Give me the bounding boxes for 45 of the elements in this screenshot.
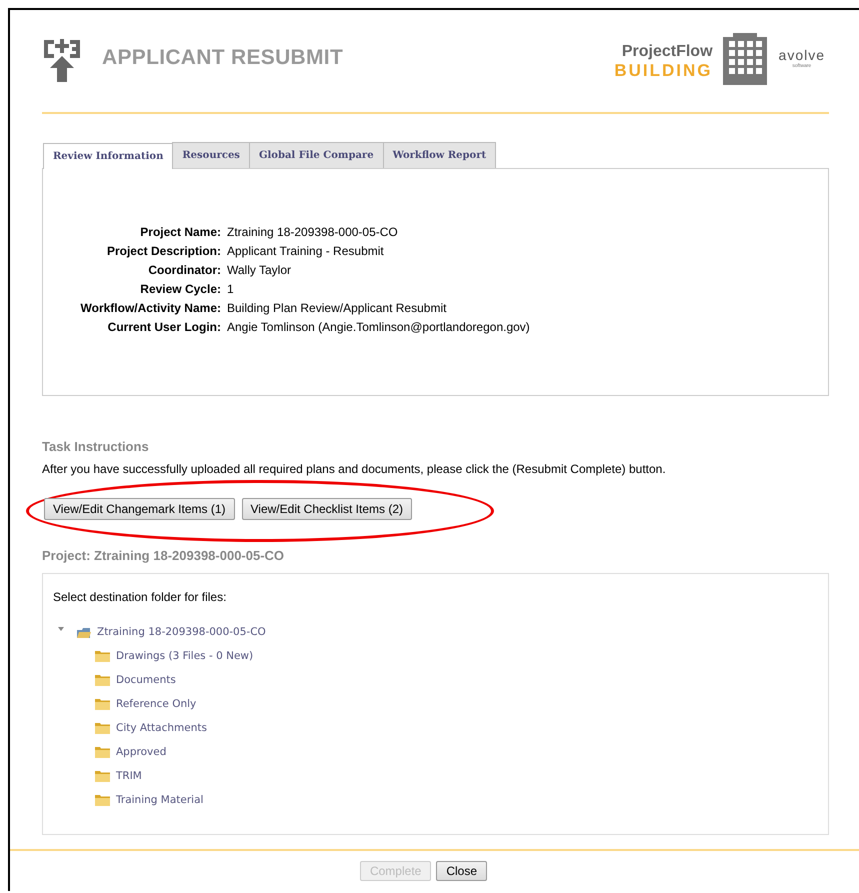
tree-item[interactable]: Ztraining 18-209398-000-05-CO bbox=[97, 626, 266, 638]
brand-name: ProjectFlow bbox=[622, 43, 713, 61]
upload-icon bbox=[42, 38, 82, 84]
field-value: Building Plan Review/Applicant Resubmit bbox=[227, 301, 448, 315]
field-value: Wally Taylor bbox=[227, 263, 292, 277]
folder-icon bbox=[95, 698, 110, 710]
tree-item[interactable]: Reference Only bbox=[116, 698, 196, 710]
footer-button[interactable]: Close bbox=[436, 861, 488, 881]
tab[interactable]: Review Information bbox=[43, 143, 174, 169]
field-label: Current User Login: bbox=[106, 320, 221, 334]
field-label: Project Description: bbox=[106, 244, 221, 258]
instructions-text: After you have successfully uploaded all required plans and documents, please click the (Resubmit Complete) button. bbox=[42, 462, 667, 476]
folder-icon bbox=[95, 674, 110, 686]
tree-item[interactable]: Approved bbox=[116, 746, 166, 758]
brand-subtitle: BUILDING bbox=[614, 61, 713, 81]
field-value: Ztraining 18-209398-000-05-CO bbox=[227, 225, 399, 239]
collapse-arrow-icon[interactable] bbox=[58, 626, 65, 632]
folder-icon bbox=[95, 770, 110, 782]
view-edit-button[interactable]: View/Edit Changemark Items (1) bbox=[44, 498, 235, 520]
field-value: 1 bbox=[227, 282, 235, 296]
field-label: Review Cycle: bbox=[139, 282, 221, 296]
field-value: Angie Tomlinson (Angie.Tomlinson@portlandoregon.gov) bbox=[227, 320, 531, 334]
view-edit-button[interactable]: View/Edit Checklist Items (2) bbox=[242, 498, 412, 520]
field-label: Project Name: bbox=[139, 225, 221, 239]
field-value: Applicant Training - Resubmit bbox=[227, 244, 385, 258]
project-heading: Project: Ztraining 18-209398-000-05-CO bbox=[42, 548, 286, 563]
tab[interactable]: Resources bbox=[172, 142, 250, 168]
tab[interactable]: Global File Compare bbox=[248, 142, 384, 168]
folder-icon bbox=[95, 794, 110, 806]
folder-icon bbox=[95, 650, 110, 662]
tree-item[interactable]: Training Material bbox=[116, 794, 204, 806]
tree-item[interactable]: TRIM bbox=[116, 770, 142, 782]
tree-item[interactable]: City Attachments bbox=[116, 722, 207, 734]
folder-icon bbox=[95, 722, 110, 734]
vendor-logo: avolve bbox=[778, 47, 825, 63]
folder-prompt: Select destination folder for files: bbox=[53, 590, 228, 604]
tree-item[interactable]: Drawings (3 Files - 0 New) bbox=[116, 650, 254, 662]
section-heading: Task Instructions bbox=[42, 439, 150, 454]
folder-icon bbox=[95, 746, 110, 758]
page-title: APPLICANT RESUBMIT bbox=[102, 46, 344, 70]
field-label: Workflow/Activity Name: bbox=[80, 301, 221, 315]
field-label: Coordinator: bbox=[147, 263, 221, 277]
project-folder-icon bbox=[76, 626, 92, 638]
tab[interactable]: Workflow Report bbox=[382, 142, 496, 168]
tree-item[interactable]: Documents bbox=[116, 674, 176, 686]
